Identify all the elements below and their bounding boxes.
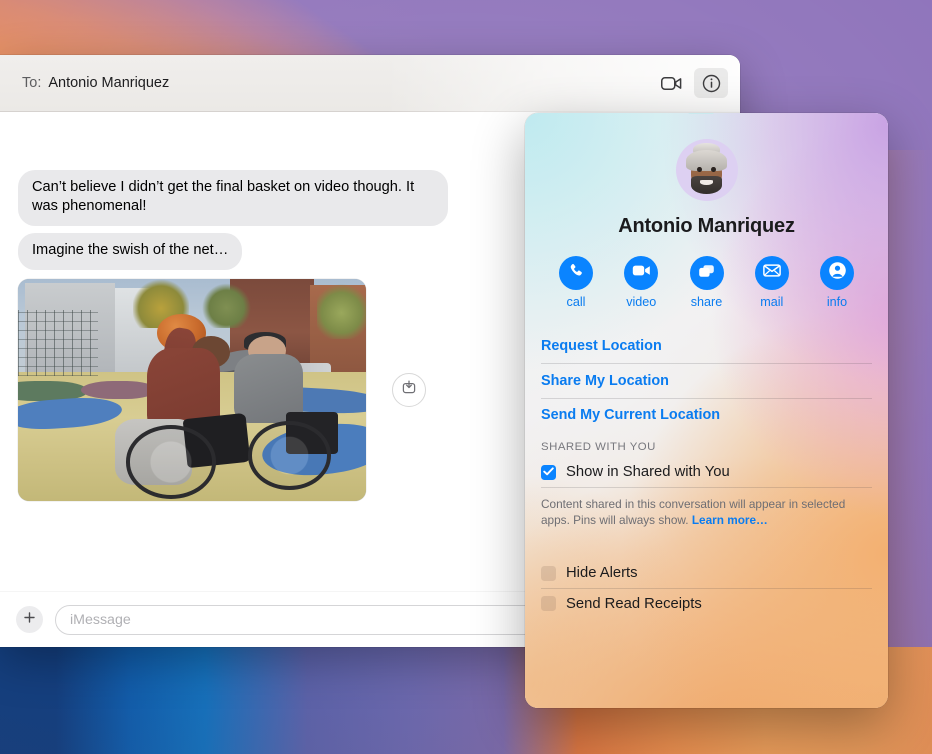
- to-label: To:: [22, 75, 42, 91]
- action-video[interactable]: video: [614, 256, 668, 309]
- show-in-shared-with-you-checkbox[interactable]: [541, 463, 556, 481]
- action-info-circle[interactable]: [820, 256, 854, 290]
- action-call-circle[interactable]: [559, 256, 593, 290]
- photo-tree: [202, 283, 252, 328]
- info-circle-icon: [702, 74, 721, 93]
- contact-name: Antonio Manriquez: [618, 215, 795, 237]
- action-call[interactable]: call: [549, 256, 603, 309]
- share-my-location-button[interactable]: Share My Location: [539, 364, 874, 398]
- memoji-hair: [686, 150, 727, 172]
- action-mail-label: mail: [760, 295, 784, 309]
- envelope-icon: [762, 264, 781, 282]
- action-video-label: video: [626, 295, 657, 309]
- action-info[interactable]: info: [810, 256, 864, 309]
- share-windows-icon: [698, 264, 715, 283]
- show-in-shared-with-you-label: Show in Shared with You: [566, 464, 730, 480]
- photo-wheelchair-wheel: [125, 425, 217, 499]
- action-video-circle[interactable]: [624, 256, 659, 290]
- quick-actions-row: call video share mail info: [549, 256, 864, 309]
- hide-alerts-row[interactable]: Hide Alerts: [539, 558, 874, 588]
- plus-icon: [23, 611, 36, 629]
- memoji-beard: [691, 176, 722, 194]
- person-circle-icon: [828, 261, 847, 285]
- memoji-avatar[interactable]: [675, 139, 738, 201]
- details-info-button[interactable]: [694, 68, 728, 98]
- imessage-placeholder: iMessage: [70, 611, 131, 628]
- photo-attachment[interactable]: [18, 278, 366, 501]
- shared-with-you-footnote: Content shared in this conversation will…: [539, 488, 874, 529]
- message-bubble-incoming[interactable]: Can’t believe I didn’t get the final bas…: [18, 169, 448, 227]
- action-info-label: info: [826, 295, 848, 309]
- photo-tree: [317, 280, 366, 339]
- share-tray-icon: [401, 379, 417, 400]
- photo-fence: [18, 309, 99, 377]
- checkmark-icon: [543, 463, 554, 481]
- memoji-mouth: [700, 179, 713, 185]
- action-mail-circle[interactable]: [754, 256, 789, 290]
- video-camera-icon: [660, 76, 682, 91]
- send-my-current-location-button[interactable]: Send My Current Location: [539, 398, 874, 432]
- attachment-share-button[interactable]: [392, 372, 426, 407]
- hide-alerts-label: Hide Alerts: [566, 565, 638, 582]
- video-camera-icon: [632, 264, 651, 282]
- action-share[interactable]: share: [680, 256, 734, 309]
- add-attachment-button[interactable]: [16, 606, 43, 633]
- window-toolbar: To: Antonio Manriquez: [0, 55, 740, 112]
- action-share-label: share: [690, 295, 723, 309]
- request-location-button[interactable]: Request Location: [539, 329, 874, 363]
- send-read-receipts-label: Send Read Receipts: [566, 595, 702, 612]
- photo-court-paint: [80, 380, 158, 399]
- popover-arrow: [688, 113, 714, 114]
- send-read-receipts-checkbox[interactable]: [541, 596, 556, 612]
- recipient-name: Antonio Manriquez: [48, 75, 170, 91]
- photo-wheelchair-wheel: [247, 420, 332, 490]
- hide-alerts-checkbox[interactable]: [541, 565, 556, 581]
- show-in-shared-with-you-row[interactable]: Show in Shared with You: [539, 457, 874, 487]
- send-read-receipts-row[interactable]: Send Read Receipts: [539, 589, 874, 619]
- action-mail[interactable]: mail: [745, 256, 799, 309]
- message-bubble-incoming[interactable]: Imagine the swish of the net…: [18, 233, 243, 270]
- shared-with-you-header: SHARED WITH YOU: [541, 441, 656, 453]
- popover-content: Antonio Manriquez call video share mail …: [525, 139, 888, 708]
- facetime-video-button[interactable]: [654, 68, 688, 98]
- learn-more-link[interactable]: Learn more…: [692, 513, 768, 527]
- avatar-container: [539, 139, 874, 201]
- contact-details-popover: Antonio Manriquez call video share mail …: [525, 113, 888, 708]
- phone-icon: [568, 262, 585, 284]
- action-call-label: call: [566, 295, 586, 309]
- action-share-circle[interactable]: [689, 256, 724, 290]
- location-actions-list: Request Location Share My Location Send …: [539, 329, 874, 432]
